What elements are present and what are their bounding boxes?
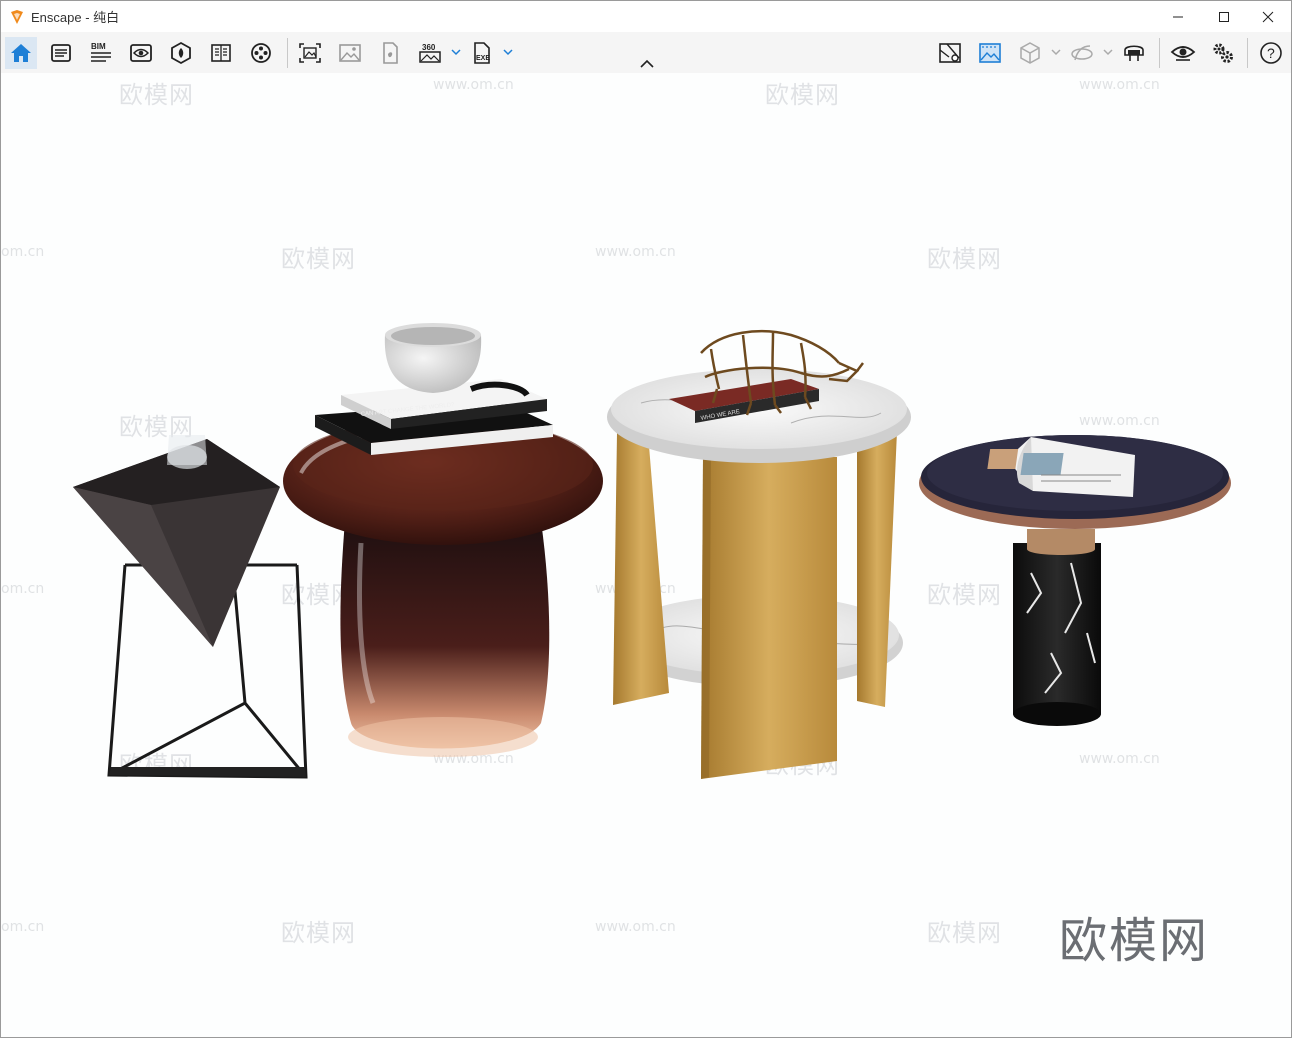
video-editor-icon (251, 43, 271, 63)
render-360-button[interactable]: 360 (414, 37, 446, 69)
window-title: Enscape - 纯白 (31, 10, 120, 25)
minimize-icon (1173, 16, 1183, 17)
minimize-button[interactable] (1155, 1, 1201, 32)
atlas-map-button[interactable] (934, 37, 966, 69)
settings-icon (1213, 43, 1233, 63)
bim-icon: BIM (91, 42, 111, 62)
settings-panel-icon (51, 44, 71, 62)
help-button[interactable]: ? (1255, 37, 1287, 69)
settings-button[interactable] (1207, 37, 1239, 69)
chevron-down-icon[interactable] (1050, 45, 1062, 59)
batch-render-icon (339, 44, 361, 62)
pyramid-side-table (73, 435, 308, 779)
vr-headset-button[interactable] (1118, 37, 1150, 69)
chevron-down-icon[interactable] (502, 45, 514, 59)
capture-button[interactable] (974, 37, 1006, 69)
asset-library-button[interactable] (165, 37, 197, 69)
material-editor-button[interactable] (205, 37, 237, 69)
visual-settings-button[interactable] (125, 37, 157, 69)
panorama-button[interactable] (374, 37, 406, 69)
visibility-icon (1170, 46, 1196, 61)
render-viewport[interactable]: 欧模网 www.om.cn 欧模网 www.om.cn om.cn 欧模网 ww… (1, 73, 1291, 1037)
material-editor-icon (211, 44, 231, 62)
bim-label: BIM (91, 42, 106, 51)
atlas-map-icon (939, 43, 961, 63)
chevron-down-icon[interactable] (450, 45, 462, 59)
visual-settings-icon (130, 44, 152, 62)
brand-watermark: 欧模网 (1059, 913, 1210, 969)
collapse-toolbar-icon[interactable] (637, 57, 657, 71)
enscape-logo-icon (11, 9, 23, 24)
toolbar-separator (1247, 38, 1248, 68)
toolbar-separator (1159, 38, 1160, 68)
bim-button[interactable]: BIM (85, 37, 117, 69)
orbit-mode-button[interactable] (1066, 37, 1098, 69)
batch-render-button[interactable] (334, 37, 366, 69)
maximize-button[interactable] (1201, 1, 1247, 32)
orbit-mode-icon (1071, 45, 1093, 61)
help-icon: ? (1260, 42, 1282, 64)
capture-icon (979, 43, 1001, 63)
view-cube-button[interactable] (1014, 37, 1046, 69)
home-icon (11, 44, 31, 62)
glossy-mushroom-table: CAN ART CHANGE THE WORLD? (283, 323, 603, 757)
panorama-icon (383, 42, 398, 64)
label-exe: EXE (476, 55, 490, 62)
video-editor-button[interactable] (245, 37, 277, 69)
toolbar-separator (287, 38, 288, 68)
maximize-icon (1219, 11, 1229, 22)
view-cube-icon (1020, 42, 1040, 64)
marble-pedestal-table (919, 435, 1231, 726)
title-bar: Enscape - 纯白 (1, 1, 1291, 32)
gold-marble-round-table: WHO WE ARE (607, 330, 911, 779)
furniture-render: CAN ART CHANGE THE WORLD? WHO WE ARE (73, 323, 1231, 779)
help-glyph: ? (1267, 45, 1275, 61)
asset-library-icon (171, 41, 191, 65)
visibility-button[interactable] (1167, 37, 1199, 69)
home-button[interactable] (5, 37, 37, 69)
label-360: 360 (422, 43, 436, 52)
close-icon (1262, 11, 1274, 22)
vr-headset-icon (1124, 45, 1144, 61)
settings-panel-button[interactable] (45, 37, 77, 69)
app-window: Enscape - 纯白 BIM 360 EXE ? 欧模网 www.om.cn… (0, 0, 1292, 1038)
screenshot-icon (299, 43, 321, 63)
export-exe-button[interactable]: EXE (466, 37, 498, 69)
screenshot-button[interactable] (294, 37, 326, 69)
close-button[interactable] (1245, 1, 1291, 32)
chevron-down-icon[interactable] (1102, 45, 1114, 59)
render-360-icon: 360 (419, 43, 441, 63)
export-exe-icon: EXE (474, 42, 490, 64)
